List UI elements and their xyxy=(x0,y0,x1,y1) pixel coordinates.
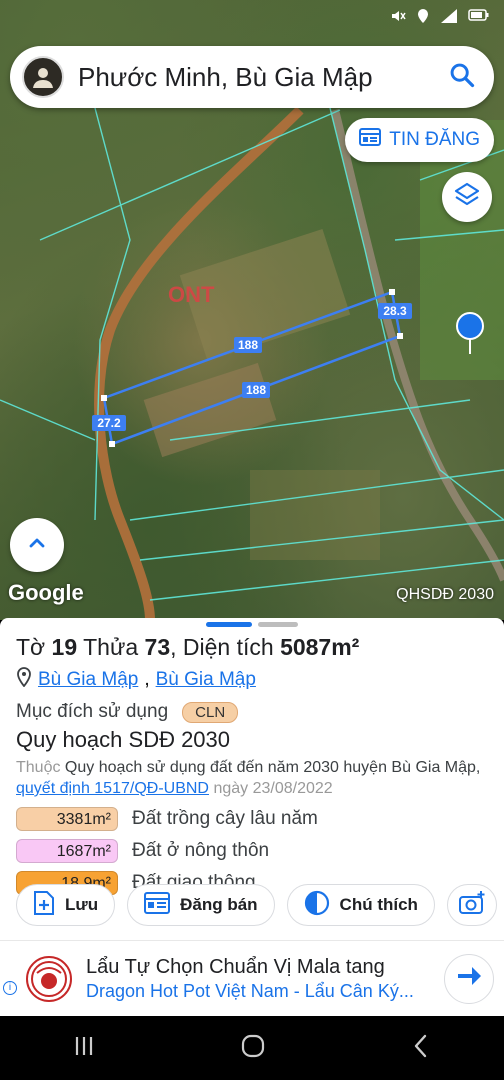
parcel-location: Bù Gia Mập, Bù Gia Mập xyxy=(16,667,488,693)
action-buttons: Lưu Đăng bán Chú thích xyxy=(16,884,497,926)
plan-description: Thuộc Quy hoạch sử dụng đất đến năm 2030… xyxy=(16,759,481,797)
ad-info-icon[interactable]: i xyxy=(3,981,17,995)
area-label: Đất trồng cây lâu năm xyxy=(132,808,318,829)
expand-map-button[interactable] xyxy=(10,518,64,572)
ad-subtitle: Dragon Hot Pot Việt Nam - Lẩu Cân Ký... xyxy=(86,980,414,1001)
area-value-chip: 1687m² xyxy=(16,839,118,863)
land-purpose-row: Mục đích sử dụng CLN xyxy=(16,701,488,723)
status-bar xyxy=(390,8,490,27)
recent-apps-icon[interactable] xyxy=(72,1035,96,1062)
signal-icon xyxy=(440,8,458,27)
system-nav-bar xyxy=(0,1016,504,1080)
tin-dang-label: TIN ĐĂNG xyxy=(389,129,480,150)
parcel-bottom-length: 188 xyxy=(246,383,266,397)
location-link-commune[interactable]: Bù Gia Mập xyxy=(156,669,256,691)
location-link-district[interactable]: Bù Gia Mập xyxy=(38,669,138,691)
ad-title: Lẩu Tự Chọn Chuẩn Vị Mala tang xyxy=(86,955,385,978)
post-sale-label: Đăng bán xyxy=(180,895,258,914)
mute-icon xyxy=(390,8,406,27)
avatar[interactable] xyxy=(22,56,64,98)
post-sale-button[interactable]: Đăng bán xyxy=(127,884,275,926)
my-location-dot xyxy=(456,312,484,340)
decision-link[interactable]: quyết định 1517/QĐ-UBND xyxy=(16,780,209,797)
zone-label: ONT xyxy=(168,282,215,307)
area-row: 3381m² Đất trồng cây lâu năm xyxy=(16,807,488,831)
parcel-area: 5087m² xyxy=(280,634,360,660)
battery-icon xyxy=(468,8,490,27)
area-row: 1687m² Đất ở nông thôn xyxy=(16,839,488,863)
home-icon[interactable] xyxy=(240,1033,266,1064)
save-button[interactable]: Lưu xyxy=(16,884,116,926)
ad-banner[interactable]: i Lẩu Tự Chọn Chuẩn Vị Mala tang Dragon … xyxy=(0,940,504,1016)
dragon-hotpot-logo xyxy=(26,955,72,1002)
parcel-title: Tờ 19 Thửa 73, Diện tích 5087m² xyxy=(16,634,360,660)
back-icon[interactable] xyxy=(410,1033,432,1064)
panel-drag-handle[interactable] xyxy=(206,622,298,627)
search-bar[interactable]: Phước Minh, Bù Gia Mập xyxy=(10,46,494,108)
legend-label: Chú thích xyxy=(339,895,418,914)
location-status-icon xyxy=(416,8,430,27)
parcel-left-width: 27.2 xyxy=(97,416,121,430)
area-label: Đất ở nông thôn xyxy=(132,840,270,861)
add-photo-button[interactable] xyxy=(446,884,497,926)
tin-dang-button[interactable]: TIN ĐĂNG xyxy=(345,118,494,162)
purpose-code-badge: CLN xyxy=(182,701,239,723)
map-layer-label: QHSDĐ 2030 xyxy=(396,586,494,603)
google-logo: Google xyxy=(8,580,84,605)
chevron-up-icon xyxy=(26,532,48,559)
purpose-label: Mục đích sử dụng xyxy=(16,701,169,722)
listing-icon xyxy=(144,891,171,919)
add-file-icon xyxy=(33,890,55,921)
parcel-info-panel: Tờ 19 Thửa 73, Diện tích 5087m² Bù Gia M… xyxy=(0,618,504,940)
directions-arrow-icon xyxy=(454,961,484,996)
save-label: Lưu xyxy=(65,895,99,914)
plan-title: Quy hoạch SDĐ 2030 xyxy=(16,727,231,752)
map-view[interactable]: 188 188 27.2 28.3 ONT Phước Minh, Bù Gia… xyxy=(0,0,504,620)
contrast-icon xyxy=(304,890,330,921)
search-location-text[interactable]: Phước Minh, Bù Gia Mập xyxy=(78,62,448,93)
parcel-top-length: 188 xyxy=(238,338,258,352)
area-breakdown-list: 3381m² Đất trồng cây lâu năm 1687m² Đất ở n… xyxy=(16,807,488,895)
search-icon[interactable] xyxy=(448,61,476,94)
listing-icon xyxy=(359,127,382,153)
layers-icon xyxy=(453,181,481,214)
layers-button[interactable] xyxy=(442,172,492,222)
add-photo-icon xyxy=(458,890,486,921)
map-pin-icon xyxy=(16,667,32,693)
ad-go-button[interactable] xyxy=(444,953,494,1004)
area-value-chip: 3381m² xyxy=(16,807,118,831)
parcel-right-width: 28.3 xyxy=(383,304,407,318)
legend-button[interactable]: Chú thích xyxy=(286,884,435,926)
sheet-number: 19 xyxy=(51,634,78,660)
parcel-number: 73 xyxy=(144,634,171,660)
